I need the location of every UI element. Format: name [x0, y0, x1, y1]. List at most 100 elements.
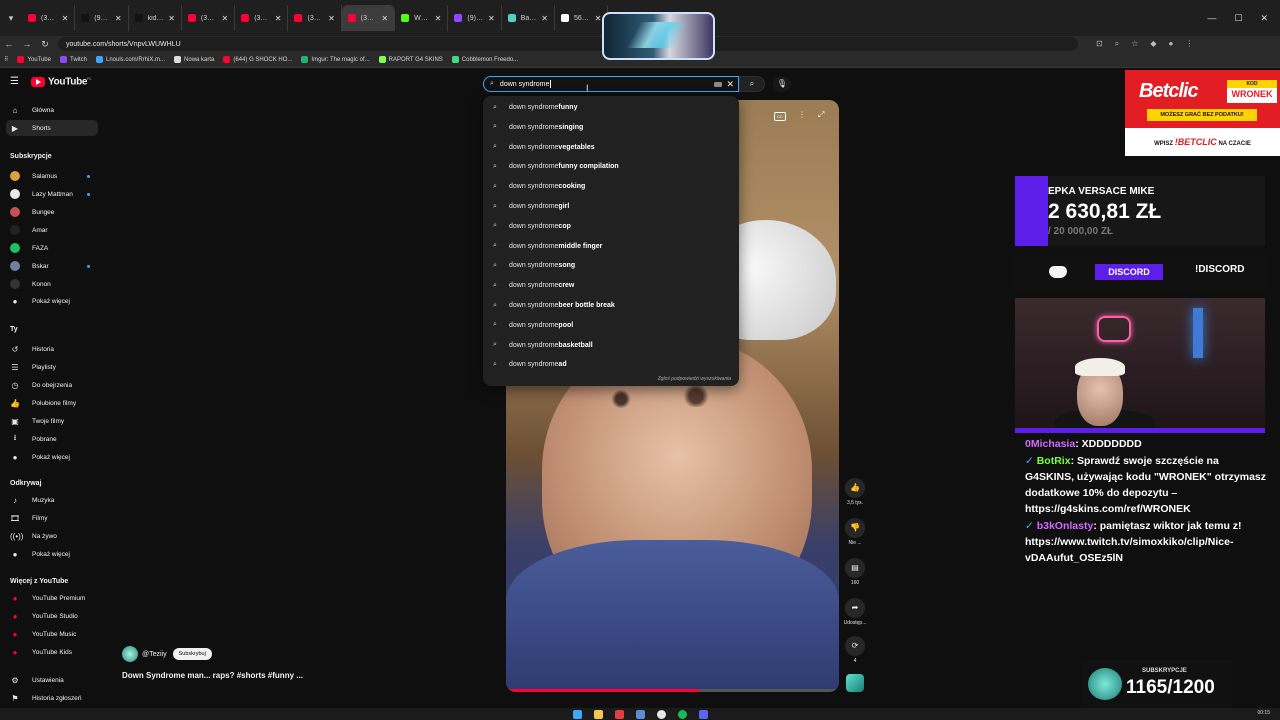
browser-tab[interactable]: kidzilior (@kidzilior) | TikTok✕ [129, 5, 182, 31]
reload-icon[interactable]: ↻ [36, 39, 54, 50]
show-more-you[interactable]: ● Pokaż więcej [6, 449, 98, 465]
short-title[interactable]: Down Syndrome man... raps? #shorts #funn… [122, 671, 303, 680]
bookmark-item[interactable]: Cobblemon Freedo... [451, 56, 518, 63]
bookmark-item[interactable]: Imgur: The magic of... [301, 56, 370, 63]
sidebar-item[interactable]: Bskar [6, 258, 98, 274]
discord-taskbar-icon[interactable] [698, 709, 708, 719]
more-from-youtube-heading[interactable]: Więcej z YouTube [10, 578, 68, 585]
fullscreen-icon[interactable]: ⤢ [818, 110, 824, 120]
search-suggestion[interactable]: ⌕ down syndrome girl [483, 197, 739, 216]
app-icon[interactable] [614, 709, 624, 719]
install-icon[interactable]: ⊡ [1096, 39, 1103, 49]
sidebar-item[interactable]: ● YouTube Music [6, 626, 98, 642]
tab-close-icon[interactable]: ✕ [488, 14, 495, 23]
search-suggestion[interactable]: ⌕ down syndrome beer bottle break [483, 296, 739, 315]
start-icon[interactable] [572, 709, 582, 719]
share-action[interactable]: ➦ Udostęp... [842, 598, 868, 626]
browser-tab[interactable]: 56 miesięcy ile to lat ✕ [555, 5, 609, 31]
search-suggestion[interactable]: ⌕ down syndrome singing [483, 118, 739, 137]
tab-close-icon[interactable]: ✕ [62, 14, 69, 23]
browser-tab[interactable]: Bartek1130_ - Stream✕ [502, 5, 555, 31]
dislike-action[interactable]: 👎 Nie ... [842, 518, 868, 546]
zoom-icon[interactable]: ⌕ [1115, 39, 1119, 49]
tab-close-icon[interactable]: ✕ [168, 14, 175, 23]
voice-search-button[interactable]: 🎙 [773, 76, 791, 92]
profile-icon[interactable]: ● [1169, 39, 1174, 49]
bookmark-item[interactable]: YouTube [17, 56, 51, 63]
show-more-subs[interactable]: ● Pokaż więcej [6, 293, 98, 309]
sound-thumbnail[interactable] [842, 674, 868, 692]
chrome-icon[interactable] [656, 709, 666, 719]
sidebar-item[interactable]: Konon [6, 276, 98, 292]
explore-heading[interactable]: Odkrywaj [10, 480, 42, 487]
sidebar-item[interactable]: 🎞 Filmy [6, 510, 98, 526]
kebab-menu-icon[interactable]: ⋮ [1185, 39, 1193, 49]
bookmark-item[interactable]: Nowa karta [174, 56, 214, 63]
subscriptions-heading[interactable]: Subskrypcje [10, 153, 52, 160]
channel-avatar[interactable] [122, 646, 138, 662]
youtube-logo-text[interactable]: YouTubePL [48, 76, 92, 87]
sidebar-item[interactable]: ▣ Twoje filmy [6, 413, 98, 429]
sidebar-item[interactable]: ((•)) Na żywo [6, 528, 98, 544]
url-field[interactable]: youtube.com/shorts/VnpvLWUWHLU [58, 37, 1078, 51]
back-icon[interactable]: ← [0, 39, 18, 49]
sidebar-item[interactable]: ⌂ Główna [6, 102, 98, 118]
tab-close-icon[interactable]: ✕ [328, 14, 335, 23]
bookmark-item[interactable]: Twitch [59, 56, 87, 63]
search-suggestion[interactable]: ⌕ down syndrome vegetables [483, 138, 739, 157]
sidebar-item[interactable]: ● YouTube Studio [6, 608, 98, 624]
browser-tab[interactable]: (367) #kurwa #trener ✕ [288, 5, 342, 31]
search-suggestion[interactable]: ⌕ down syndrome cop [483, 217, 739, 236]
sidebar-item[interactable]: ▶ Shorts [6, 120, 98, 136]
sidebar-item[interactable]: Amar [6, 222, 98, 238]
tab-close-icon[interactable]: ✕ [435, 14, 442, 23]
tab-close-icon[interactable]: ✕ [595, 14, 602, 23]
sidebar-item[interactable]: ☰ Playlisty [6, 359, 98, 375]
remix-action[interactable]: ⟳ 4 [842, 636, 868, 664]
sidebar-item[interactable]: Bungee [6, 204, 98, 220]
explorer-icon[interactable] [593, 709, 603, 719]
browser-tab[interactable]: (367) Down Syndrome✕ [341, 5, 396, 31]
sidebar-item[interactable]: FAZA [6, 240, 98, 256]
search-suggestion[interactable]: ⌕ down syndrome crew [483, 276, 739, 295]
search-input[interactable]: ⌕ down syndrome ✕ [483, 76, 739, 92]
search-suggestion[interactable]: ⌕ down syndrome ad [483, 355, 739, 374]
keyboard-icon[interactable] [714, 81, 722, 87]
sidebar-item[interactable]: ⭳ Pobrane [6, 431, 98, 447]
clear-search-icon[interactable]: ✕ [726, 79, 734, 90]
sidebar-item[interactable]: Lazy Mattman [6, 186, 98, 202]
sidebar-item[interactable]: ♪ Muzyka [6, 492, 98, 508]
search-suggestion[interactable]: ⌕ down syndrome cooking [483, 177, 739, 196]
browser-tab[interactable]: (367) To już jest epoka ✕ [235, 5, 289, 31]
youtube-logo-icon[interactable] [30, 76, 45, 87]
browser-tab[interactable]: (99+) Znajdź 'exclusive ✕ [75, 5, 129, 31]
sidebar-item[interactable]: ⚑ Historia zgłoszeń [6, 690, 98, 706]
forward-icon[interactable]: → [18, 39, 36, 49]
minimize-icon[interactable]: — [1207, 13, 1216, 24]
hamburger-menu-icon[interactable]: ☰ [10, 76, 19, 87]
browser-tab[interactable]: (367) Stop saying 67 ...✕ [182, 5, 236, 31]
bookmark-item[interactable]: Lnouls.com/RrhiX.m... [96, 56, 165, 63]
video-progress-bar[interactable] [506, 689, 839, 692]
sidebar-item[interactable]: 👍 Polubione filmy [6, 395, 98, 411]
browser-tab[interactable]: (367) YouTube ✕ [22, 5, 76, 31]
maximize-icon[interactable]: ☐ [1234, 13, 1242, 24]
search-suggestion[interactable]: ⌕ down syndrome middle finger [483, 237, 739, 256]
bookmark-star-icon[interactable]: ☆ [1131, 39, 1138, 49]
subscribe-button[interactable]: Subskrybuj [172, 648, 212, 660]
steam-icon[interactable] [635, 709, 645, 719]
sidebar-item[interactable]: ◷ Do obejrzenia [6, 377, 98, 393]
show-more-explore[interactable]: ● Pokaż więcej [6, 546, 98, 562]
tab-close-icon[interactable]: ✕ [221, 14, 228, 23]
like-action[interactable]: 👍 3,5 tys. [842, 478, 868, 506]
sidebar-item[interactable]: ⚙ Ustawienia [6, 672, 98, 688]
bookmark-item[interactable]: RAPORT G4 SKINS [378, 56, 443, 63]
browser-tab[interactable]: (9) Lacy - Twitch ✕ [448, 5, 502, 31]
you-heading[interactable]: Ty [10, 326, 18, 333]
tab-close-icon[interactable]: ✕ [275, 14, 282, 23]
sidebar-item[interactable]: ↺ Historia [6, 341, 98, 357]
extension-icon[interactable]: ◆ [1150, 39, 1156, 49]
bookmark-item[interactable]: (644) G SHOCK HO... [223, 56, 292, 63]
apps-icon[interactable]: ⠿ [4, 56, 8, 63]
spotify-icon[interactable] [677, 709, 687, 719]
